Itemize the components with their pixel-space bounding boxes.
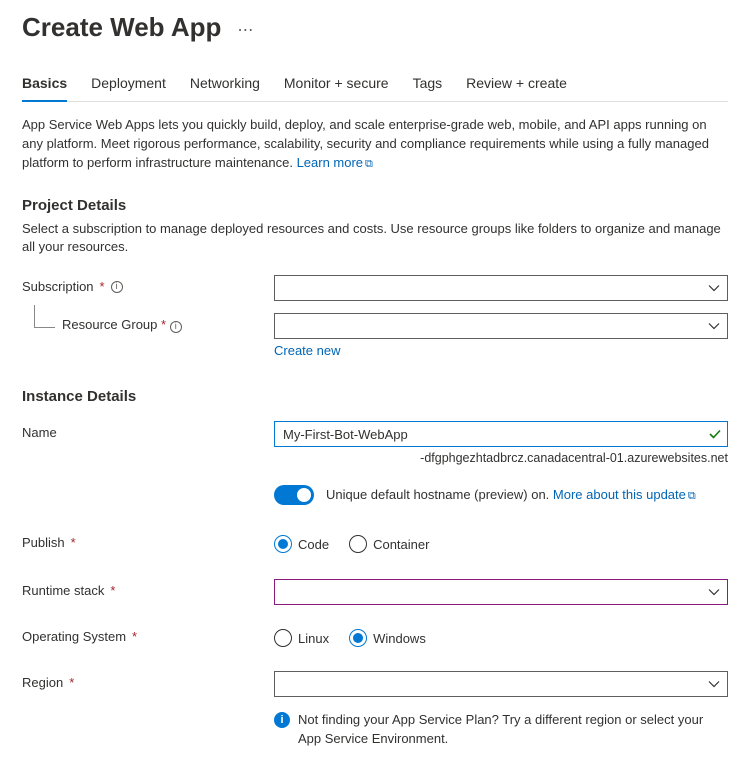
subscription-select[interactable] xyxy=(274,275,728,301)
radio-label: Code xyxy=(298,537,329,552)
publish-label: Publish xyxy=(22,535,65,550)
check-icon xyxy=(708,427,722,441)
project-details-title: Project Details xyxy=(22,197,728,214)
tab-deployment[interactable]: Deployment xyxy=(91,71,166,101)
name-input[interactable] xyxy=(274,421,728,447)
tabs: Basics Deployment Networking Monitor + s… xyxy=(22,71,728,102)
name-suffix: -dfgphgezhtadbrcz.canadacentral-01.azure… xyxy=(274,451,728,465)
resource-group-label: Resource Group xyxy=(62,317,157,332)
radio-label: Container xyxy=(373,537,429,552)
publish-container-radio[interactable]: Container xyxy=(349,535,429,553)
os-windows-radio[interactable]: Windows xyxy=(349,629,426,647)
external-icon: ⧉ xyxy=(688,490,696,502)
project-details-desc: Select a subscription to manage deployed… xyxy=(22,220,728,258)
required-icon: * xyxy=(71,535,76,550)
os-radio-group: Linux Windows xyxy=(274,625,728,647)
radio-label: Linux xyxy=(298,631,329,646)
more-actions-icon[interactable]: ⋯ xyxy=(237,16,255,40)
instance-details-title: Instance Details xyxy=(22,388,728,405)
subscription-label: Subscription xyxy=(22,279,94,294)
name-label: Name xyxy=(22,425,57,440)
create-new-resource-group-link[interactable]: Create new xyxy=(274,343,340,358)
external-icon: ⧉ xyxy=(365,158,373,170)
page-title: Create Web App xyxy=(22,12,221,43)
required-icon: * xyxy=(69,675,74,690)
info-icon: i xyxy=(274,712,290,728)
tab-review-create[interactable]: Review + create xyxy=(466,71,567,101)
resource-group-select[interactable] xyxy=(274,313,728,339)
required-icon: * xyxy=(161,317,166,332)
hostname-toggle[interactable] xyxy=(274,485,314,505)
learn-more-link[interactable]: Learn more⧉ xyxy=(297,155,373,170)
os-linux-radio[interactable]: Linux xyxy=(274,629,329,647)
os-label: Operating System xyxy=(22,629,126,644)
region-select[interactable] xyxy=(274,671,728,697)
tab-networking[interactable]: Networking xyxy=(190,71,260,101)
publish-radio-group: Code Container xyxy=(274,531,728,553)
runtime-stack-label: Runtime stack xyxy=(22,583,104,598)
radio-label: Windows xyxy=(373,631,426,646)
region-hint: Not finding your App Service Plan? Try a… xyxy=(298,711,728,747)
hostname-more-link[interactable]: More about this update⧉ xyxy=(553,487,696,502)
hostname-toggle-label: Unique default hostname (preview) on. Mo… xyxy=(326,487,696,503)
info-icon[interactable]: i xyxy=(111,281,123,293)
tab-tags[interactable]: Tags xyxy=(413,71,443,101)
runtime-stack-select[interactable] xyxy=(274,579,728,605)
info-icon[interactable]: i xyxy=(170,321,182,333)
tab-monitor-secure[interactable]: Monitor + secure xyxy=(284,71,389,101)
required-icon: * xyxy=(110,583,115,598)
tab-basics[interactable]: Basics xyxy=(22,71,67,101)
required-icon: * xyxy=(132,629,137,644)
required-icon: * xyxy=(100,279,105,294)
publish-code-radio[interactable]: Code xyxy=(274,535,329,553)
region-label: Region xyxy=(22,675,63,690)
intro-text: App Service Web Apps lets you quickly bu… xyxy=(22,116,728,173)
